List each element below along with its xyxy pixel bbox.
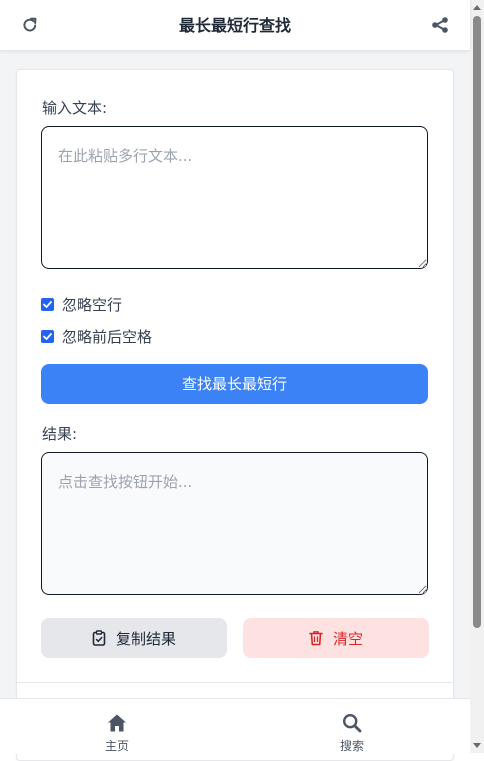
page-title: 最长最短行查找 — [178, 16, 291, 35]
scroll-down-arrow-icon[interactable] — [473, 743, 481, 748]
trim-whitespace-option[interactable]: 忽略前后空格 — [41, 326, 152, 346]
header-bar: 最长最短行查找 — [0, 0, 470, 51]
find-lines-button[interactable]: 查找最长最短行 — [41, 364, 428, 404]
scrollbar-thumb[interactable] — [473, 16, 481, 628]
clipboard-icon — [92, 630, 106, 646]
trim-whitespace-checkbox[interactable] — [41, 329, 54, 343]
ignore-empty-lines-checkbox[interactable] — [41, 297, 54, 311]
home-icon — [107, 713, 127, 733]
bottom-nav: 主页 搜索 — [0, 698, 470, 754]
app-root: 最长最短行查找 输入文本: 忽略空行 — [0, 0, 470, 761]
nav-home-label: 主页 — [104, 739, 129, 753]
result-label: 结果: — [42, 425, 78, 443]
card-divider — [17, 682, 453, 683]
nav-home[interactable]: 主页 — [67, 699, 167, 754]
main-card: 输入文本: 忽略空行 忽略前后空格 查找最长最短行 结果: — [16, 69, 454, 761]
trim-whitespace-label: 忽略前后空格 — [62, 327, 153, 346]
copy-result-label: 复制结果 — [115, 629, 176, 648]
share-icon[interactable] — [430, 15, 450, 35]
search-icon — [342, 713, 362, 733]
ignore-empty-lines-label: 忽略空行 — [62, 295, 123, 314]
trash-icon — [309, 630, 323, 646]
input-label: 输入文本: — [42, 99, 108, 117]
ignore-empty-lines-option[interactable]: 忽略空行 — [41, 294, 122, 314]
nav-search[interactable]: 搜索 — [302, 699, 402, 754]
vertical-scrollbar[interactable] — [470, 0, 484, 753]
copy-result-button[interactable]: 复制结果 — [41, 618, 227, 658]
scroll-up-arrow-icon[interactable] — [473, 5, 481, 10]
nav-search-label: 搜索 — [339, 739, 364, 753]
clear-label: 清空 — [332, 629, 363, 648]
input-textarea[interactable] — [41, 126, 428, 269]
clear-button[interactable]: 清空 — [243, 618, 429, 658]
result-textarea[interactable] — [41, 452, 428, 595]
